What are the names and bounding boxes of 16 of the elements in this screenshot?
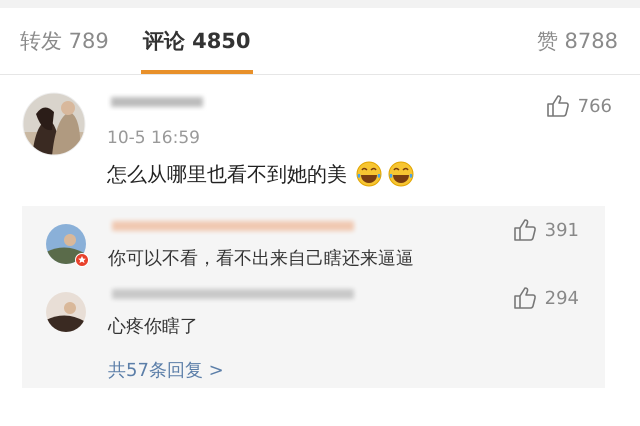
reply-text: 你可以不看，看不出来自己瞎还来逼逼 [108, 247, 415, 270]
thumbs-up-icon[interactable] [512, 286, 537, 310]
laughing-emoji-icon [355, 160, 383, 188]
comment-time: 10-5 16:59 [107, 128, 201, 148]
tab[interactable]: 转发 789 [18, 8, 111, 74]
more-replies-link[interactable]: 共57条回复 > [108, 358, 224, 382]
tab[interactable]: 评论 4850 [140, 8, 253, 74]
like-count: 294 [544, 288, 579, 308]
thumbs-up-icon[interactable] [512, 218, 537, 242]
like-count: 766 [578, 96, 612, 116]
comment-text: 怎么从哪里也看不到她的美 [107, 160, 347, 188]
thumbs-up-icon[interactable] [546, 94, 570, 118]
like-count: 391 [544, 220, 579, 240]
laughing-emoji-icon [387, 160, 415, 188]
tab[interactable]: 赞 8788 [534, 8, 620, 74]
reply-text: 心疼你瞎了 [108, 315, 199, 338]
